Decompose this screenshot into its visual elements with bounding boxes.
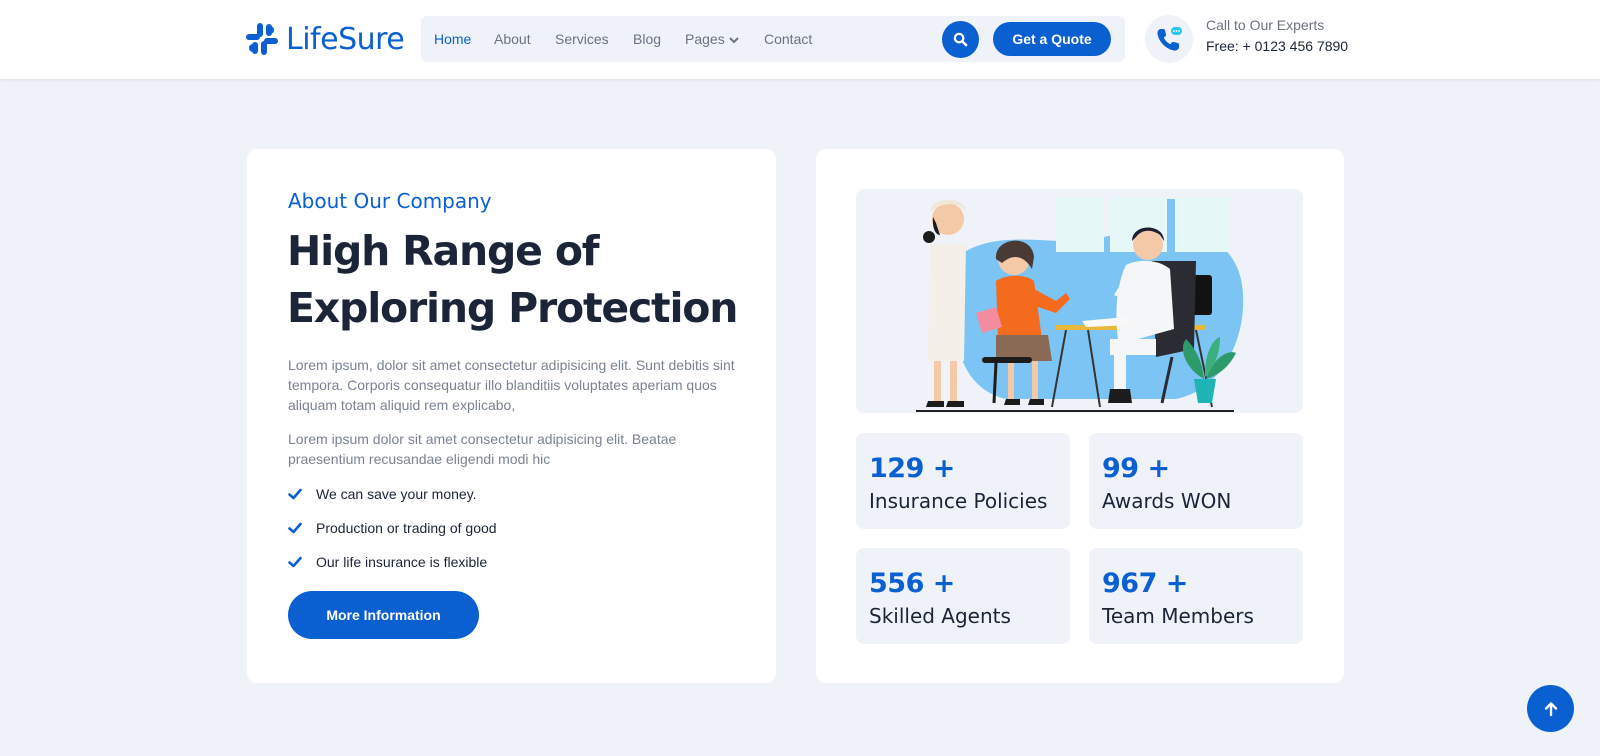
back-to-top-button[interactable] [1527,685,1574,732]
stat-number: 129 + [869,453,955,484]
stat-number: 99 + [1102,453,1170,484]
logo-icon [246,23,278,55]
stat-tile: 99 + Awards WON [1089,433,1303,529]
arrow-up-icon [1544,701,1557,716]
search-button[interactable] [942,21,979,58]
phone-icon [1157,27,1182,51]
stat-label: Awards WON [1102,489,1232,513]
about-card: About Our Company High Range of Explorin… [247,149,776,683]
doctor-consultation-illustration [856,189,1303,413]
brand-name: LifeSure [286,21,405,57]
feature-item: Production or trading of good [288,520,497,536]
illustration-graphic [916,197,1244,412]
headline-line-2: Exploring Protection [287,284,738,332]
nav-item-about[interactable]: About [494,31,531,47]
stat-tile: 967 + Team Members [1089,548,1303,644]
stat-tile: 556 + Skilled Agents [856,548,1070,644]
stat-label: Insurance Policies [869,489,1048,513]
stat-label: Skilled Agents [869,604,1011,628]
feature-item: Our life insurance is flexible [288,554,487,570]
nav-item-pages-label: Pages [685,31,725,47]
phone-badge[interactable] [1145,15,1193,63]
site-header: LifeSure Home About Services Blog Pages … [0,0,1600,79]
main-nav: Home About Services Blog Pages Contact G… [421,16,1125,62]
headline-line-1: High Range of [287,227,600,275]
feature-text: Production or trading of good [316,520,497,536]
nav-item-pages[interactable]: Pages [685,31,739,47]
nav-item-blog[interactable]: Blog [633,31,661,47]
more-information-button[interactable]: More Information [288,591,479,639]
feature-text: We can save your money. [316,486,477,502]
brand-logo[interactable]: LifeSure [246,20,405,58]
nav-item-home[interactable]: Home [434,31,471,47]
section-headline: High Range of Exploring Protection [287,223,757,337]
check-icon [288,522,302,534]
nav-item-services[interactable]: Services [555,31,609,47]
feature-item: We can save your money. [288,486,477,502]
call-label: Call to Our Experts [1206,17,1325,33]
check-icon [288,488,302,500]
feature-text: Our life insurance is flexible [316,554,488,570]
check-icon [288,556,302,568]
nav-item-contact[interactable]: Contact [764,31,812,47]
stat-label: Team Members [1102,604,1254,628]
get-quote-button[interactable]: Get a Quote [993,22,1111,56]
stat-number: 967 + [1102,568,1188,599]
section-eyebrow: About Our Company [288,189,492,213]
stat-tile: 129 + Insurance Policies [856,433,1070,529]
stats-card: 129 + Insurance Policies 99 + Awards WON… [816,149,1344,683]
about-paragraph-1: Lorem ipsum, dolor sit amet consectetur … [288,357,735,413]
chevron-down-icon [728,37,739,44]
call-number[interactable]: Free: + 0123 456 7890 [1206,38,1348,54]
search-icon [953,32,968,47]
about-paragraph-2: Lorem ipsum dolor sit amet consectetur a… [288,431,677,467]
stat-number: 556 + [869,568,955,599]
